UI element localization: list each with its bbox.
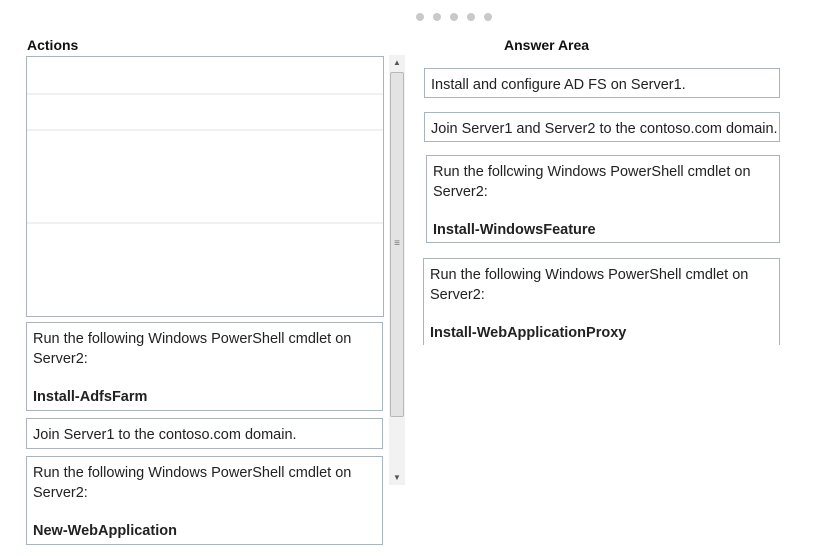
pager-dots <box>416 13 500 23</box>
answer-item-text: Server2: <box>433 184 488 200</box>
pager-dot[interactable] <box>450 13 458 21</box>
action-item-join-server1[interactable]: Join Server1 to the contoso.com domain. <box>26 418 383 449</box>
empty-slot-divider <box>27 222 383 224</box>
action-item-text: Server2: <box>33 351 88 367</box>
scroll-grip-icon: ≡ <box>394 238 400 249</box>
answer-item-join-servers[interactable]: Join Server1 and Server2 to the contoso.… <box>424 112 780 142</box>
answer-item-text: Install and configure AD FS on Server1. <box>431 77 686 93</box>
action-item-cmdlet: New-WebApplication <box>33 523 177 539</box>
action-item-text: Run the following Windows PowerShell cmd… <box>33 465 352 481</box>
answer-item-install-adfs[interactable]: Install and configure AD FS on Server1. <box>424 68 780 98</box>
action-item-text: Run the following Windows PowerShell cmd… <box>33 331 352 347</box>
actions-list-pane <box>26 56 384 317</box>
action-item-text: Join Server1 to the contoso.com domain. <box>33 427 297 443</box>
answer-item-cmdlet: Install-WindowsFeature <box>433 222 596 238</box>
answer-item-text: Run the following Windows PowerShell cmd… <box>430 267 749 283</box>
action-item-cmdlet: Install-AdfsFarm <box>33 389 148 405</box>
answer-item-text: Run the follcwing Windows PowerShell cmd… <box>433 164 751 180</box>
empty-slot-divider <box>27 129 383 131</box>
action-item-new-webapplication[interactable]: Run the following Windows PowerShell cmd… <box>26 456 383 545</box>
pager-dot[interactable] <box>484 13 492 21</box>
pager-dot[interactable] <box>467 13 475 21</box>
action-item-install-adfsfarm[interactable]: Run the following Windows PowerShell cmd… <box>26 322 383 411</box>
pager-dot[interactable] <box>416 13 424 21</box>
answer-item-text: Server2: <box>430 287 485 303</box>
answer-area-heading: Answer Area <box>504 37 590 53</box>
answer-item-install-webapplicationproxy[interactable]: Run the following Windows PowerShell cmd… <box>423 258 780 345</box>
actions-heading: Actions <box>27 37 79 53</box>
answer-item-install-windowsfeature[interactable]: Run the follcwing Windows PowerShell cmd… <box>426 155 780 243</box>
pager-dot[interactable] <box>433 13 441 21</box>
empty-slot-divider <box>27 93 383 95</box>
scroll-up-icon[interactable]: ▲ <box>389 58 405 67</box>
answer-item-cmdlet: Install-WebApplicationProxy <box>430 325 627 341</box>
answer-item-text: Join Server1 and Server2 to the contoso.… <box>431 121 778 137</box>
scroll-down-icon[interactable]: ▼ <box>389 473 405 482</box>
action-item-text: Server2: <box>33 485 88 501</box>
